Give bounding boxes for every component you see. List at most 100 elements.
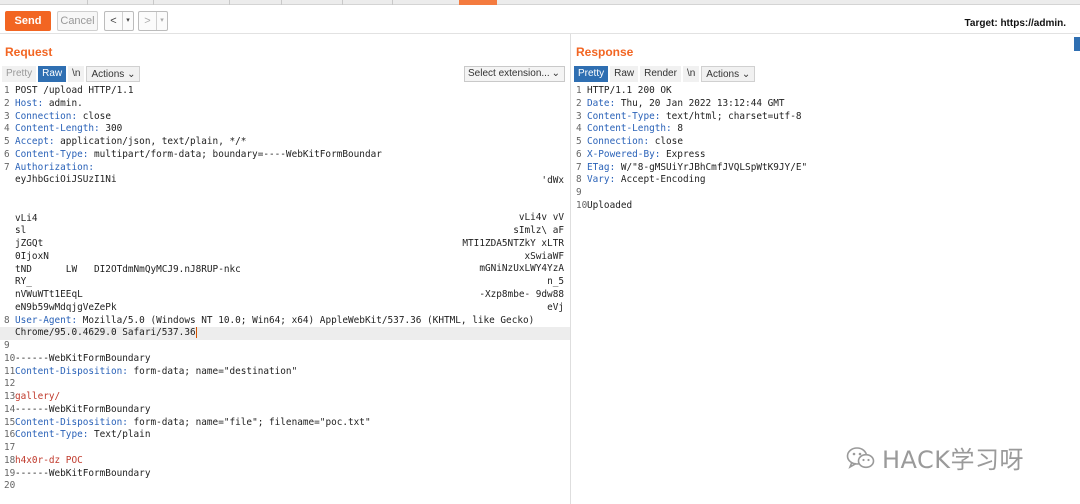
line-content: ------WebKitFormBoundary bbox=[15, 353, 566, 366]
code-line: 1 HTTP/1.1 200 OK bbox=[572, 85, 1080, 98]
line-number: 10 bbox=[576, 199, 588, 211]
line-content: POST /upload HTTP/1.1 bbox=[15, 85, 566, 98]
header-value: Mozilla/5.0 (Windows NT 10.0; Win64; x64… bbox=[77, 314, 535, 326]
line-number: 3 bbox=[4, 110, 10, 122]
header-name: Connection: bbox=[15, 110, 78, 122]
header-value: admin. bbox=[43, 97, 83, 109]
code-line: 2 Date: Thu, 20 Jan 2022 13:12:44 GMT bbox=[572, 98, 1080, 111]
code-line: 8 User-Agent: Mozilla/5.0 (Windows NT 10.… bbox=[0, 315, 570, 328]
code-line: 8 Vary: Accept-Encoding bbox=[572, 174, 1080, 187]
inspector-toggle[interactable] bbox=[1074, 37, 1080, 51]
code-line: 0IjoxN bbox=[0, 251, 570, 264]
line-number: 8 bbox=[4, 314, 10, 326]
line-content: User-Agent: Mozilla/5.0 (Windows NT 10.0… bbox=[15, 315, 566, 328]
tab-newline[interactable]: \n bbox=[68, 66, 85, 82]
header-value: ------WebKitFormBoundary bbox=[15, 403, 151, 415]
line-content: h4x0r-dz POC bbox=[15, 455, 566, 468]
header-value: 0IjoxN bbox=[15, 250, 49, 262]
code-line: 18 h4x0r-dz POC bbox=[0, 455, 570, 468]
cancel-button[interactable]: Cancel bbox=[57, 11, 98, 31]
header-value: RY_ bbox=[15, 276, 32, 288]
select-extension-label: Select extension... bbox=[468, 68, 550, 79]
line-number: 2 bbox=[4, 97, 10, 109]
header-value: Accept-Encoding bbox=[615, 174, 706, 186]
header-name: X-Powered-By: bbox=[587, 148, 661, 160]
header-value: sl bbox=[15, 225, 27, 237]
chevron-down-icon: ⌄ bbox=[551, 68, 560, 79]
target-host-label[interactable]: Target: https://admin. bbox=[965, 18, 1066, 29]
send-button[interactable]: Send bbox=[5, 11, 51, 31]
header-value: close bbox=[77, 110, 111, 122]
forward-nav-group[interactable]: > ▾ bbox=[138, 11, 168, 31]
watermark-text: HACK学习呀 bbox=[882, 446, 1025, 474]
code-line: Chrome/95.0.4629.0 Safari/537.36 bbox=[0, 327, 570, 340]
header-name: Content-Disposition: bbox=[15, 416, 128, 428]
line-content: tND LW DI2OTdmNmQyMCJ9.nJ8RUP-nkc bbox=[15, 264, 566, 277]
code-line: 17 bbox=[0, 442, 570, 455]
header-value: gallery/ bbox=[15, 391, 61, 402]
line-content: Content-Disposition: form-data; name="fi… bbox=[15, 417, 566, 430]
actions-menu[interactable]: Actions ⌄ bbox=[701, 66, 756, 82]
header-value: close bbox=[649, 136, 683, 147]
actions-menu[interactable]: Actions ⌄ bbox=[86, 66, 141, 82]
code-line: 9 bbox=[572, 187, 1080, 200]
back-nav-group[interactable]: < ▾ bbox=[104, 11, 134, 31]
header-value: W/"8-gMSUiYrJBhCmfJVQLSpWtK9JY/E" bbox=[615, 161, 808, 173]
text-caret bbox=[195, 327, 197, 339]
forward-history-dropdown-icon[interactable]: ▾ bbox=[156, 12, 167, 30]
select-extension-dropdown[interactable]: Select extension... ⌄ bbox=[464, 66, 565, 82]
line-content: vLi4 bbox=[15, 213, 566, 226]
line-number: 4 bbox=[576, 123, 582, 135]
header-name: Content-Length: bbox=[15, 123, 100, 135]
tab-raw[interactable]: Raw bbox=[38, 66, 67, 82]
tab-raw[interactable]: Raw bbox=[610, 66, 639, 82]
tab-pretty[interactable]: Pretty bbox=[574, 66, 609, 82]
header-name: Host: bbox=[15, 97, 44, 109]
header-value: 8 bbox=[671, 123, 683, 135]
header-value: jZGQt bbox=[15, 238, 44, 249]
header-name: ETag: bbox=[587, 161, 616, 173]
line-content: ------WebKitFormBoundary bbox=[15, 404, 566, 417]
line-number: 19 bbox=[4, 467, 16, 479]
code-line: 16 Content-Type: Text/plain bbox=[0, 429, 570, 442]
tab-render[interactable]: Render bbox=[640, 66, 681, 82]
header-value: Express bbox=[660, 148, 706, 160]
line-content: nVWuWTt1EEqL bbox=[15, 289, 566, 302]
header-value: form-data; name="destination" bbox=[127, 365, 298, 377]
code-line: sl bbox=[0, 225, 570, 238]
line-content: RY_ bbox=[15, 276, 566, 289]
header-value: 300 bbox=[99, 123, 123, 135]
header-name: Date: bbox=[587, 97, 616, 109]
line-number: 7 bbox=[4, 161, 10, 173]
request-editor[interactable]: 1 POST /upload HTTP/1.1 2 Host: admin. 3 Conn… bbox=[0, 85, 570, 504]
code-line: vLi4 bbox=[0, 213, 570, 226]
line-number: 14 bbox=[4, 403, 16, 415]
back-history-dropdown-icon[interactable]: ▾ bbox=[122, 12, 133, 30]
tab-pretty[interactable]: Pretty bbox=[2, 66, 37, 82]
chevron-down-icon: ⌄ bbox=[127, 69, 136, 80]
forward-arrow-icon[interactable]: > bbox=[139, 12, 156, 30]
response-pane: Response Pretty Raw Render \n Actions ⌄ … bbox=[572, 34, 1080, 504]
header-value: vLi4 bbox=[15, 212, 38, 224]
request-title: Request bbox=[5, 45, 53, 59]
code-line: 4 Content-Length: 8 bbox=[572, 123, 1080, 136]
back-arrow-icon[interactable]: < bbox=[105, 12, 122, 30]
line-content: Vary: Accept-Encoding bbox=[587, 174, 1076, 187]
code-line: 6 X-Powered-By: Express bbox=[572, 149, 1080, 162]
line-number: 20 bbox=[4, 480, 16, 492]
tab-newline[interactable]: \n bbox=[682, 66, 700, 82]
header-name: User-Agent: bbox=[15, 314, 78, 326]
line-content: Connection: close bbox=[15, 111, 566, 124]
code-line: 20 bbox=[0, 480, 570, 493]
line-content: ------WebKitFormBoundary bbox=[15, 468, 566, 481]
request-pane: Request Pretty Raw \n Actions ⌄ Select e… bbox=[0, 34, 571, 504]
header-name: Content-Length: bbox=[587, 123, 672, 135]
line-number: 4 bbox=[4, 123, 10, 135]
code-line: RY_ bbox=[0, 276, 570, 289]
line-number: 7 bbox=[576, 161, 582, 173]
code-line: 15 Content-Disposition: form-data; name="… bbox=[0, 417, 570, 430]
header-name: Vary: bbox=[587, 174, 616, 186]
line-content: Connection: close bbox=[587, 136, 1076, 149]
code-line: 5 Connection: close bbox=[572, 136, 1080, 149]
